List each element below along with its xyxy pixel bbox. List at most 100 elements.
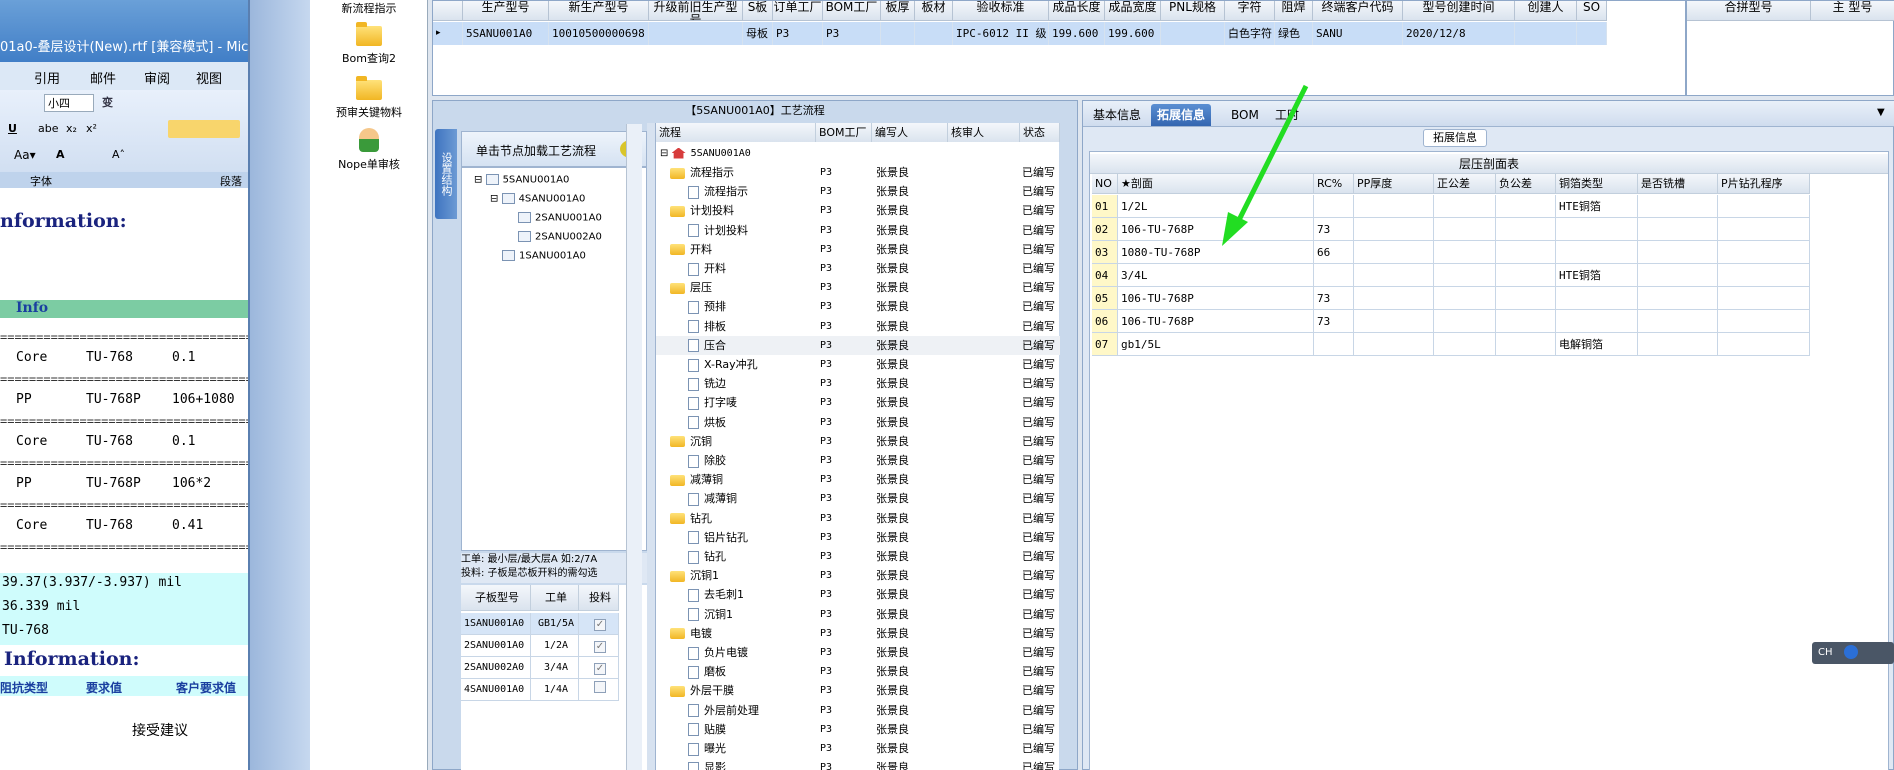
- sub-wo[interactable]: 1/4A: [531, 679, 579, 701]
- layer-cell[interactable]: [1434, 218, 1496, 241]
- layer-cell[interactable]: [1718, 287, 1810, 310]
- col-header[interactable]: 新生产型号: [549, 1, 649, 21]
- layer-col-header[interactable]: P片钻孔程序: [1718, 174, 1810, 194]
- grid-cell[interactable]: SANU: [1313, 22, 1403, 45]
- flow-row[interactable]: 减薄铜 P3 张景良 已编写: [656, 489, 1060, 508]
- grid-cell[interactable]: 白色字符: [1225, 22, 1275, 45]
- sub-model[interactable]: 4SANU001A0: [461, 679, 531, 701]
- flow-row[interactable]: 电镀 P3 张景良 已编写: [656, 624, 1060, 643]
- layer-cell[interactable]: [1638, 287, 1718, 310]
- sub-model[interactable]: 2SANU002A0: [461, 657, 531, 679]
- layer-cell[interactable]: 04: [1092, 264, 1118, 287]
- col-header[interactable]: 阻焊: [1275, 1, 1313, 21]
- flow-col-header[interactable]: 核审人: [948, 123, 1020, 142]
- flow-row[interactable]: 曝光 P3 张景良 已编写: [656, 739, 1060, 758]
- grow-font-icon[interactable]: A˄: [112, 148, 125, 161]
- layer-cell[interactable]: [1314, 195, 1354, 218]
- flow-scrollbar[interactable]: [626, 124, 642, 770]
- layer-cell[interactable]: 106-TU-768P: [1118, 310, 1314, 333]
- grid-cell[interactable]: [1161, 22, 1225, 45]
- flow-row[interactable]: 层压 P3 张景良 已编写: [656, 278, 1060, 297]
- sub-wo[interactable]: 1/2A: [531, 635, 579, 657]
- word-tab-ref[interactable]: 引用: [34, 68, 60, 87]
- font-case-icon[interactable]: Aa▾: [14, 148, 36, 162]
- checkbox[interactable]: [594, 681, 606, 693]
- nav-nope-review[interactable]: Nope单审核: [310, 128, 428, 172]
- grid-cell[interactable]: 2020/12/8: [1403, 22, 1515, 45]
- layer-cell[interactable]: gb1/5L: [1118, 333, 1314, 356]
- layer-cell[interactable]: 05: [1092, 287, 1118, 310]
- layer-cell[interactable]: [1496, 195, 1556, 218]
- col-header[interactable]: 升级前旧生产型号: [649, 1, 743, 21]
- grid-cell[interactable]: [915, 22, 953, 45]
- layer-cell[interactable]: [1314, 333, 1354, 356]
- font-size-select[interactable]: 小四: [44, 94, 94, 112]
- layer-cell[interactable]: 73: [1314, 310, 1354, 333]
- layer-cell[interactable]: 106-TU-768P: [1118, 287, 1314, 310]
- layer-cell[interactable]: 73: [1314, 287, 1354, 310]
- flow-row[interactable]: 除胶 P3 张景良 已编写: [656, 451, 1060, 470]
- format-icon[interactable]: 变: [102, 94, 113, 110]
- col-header[interactable]: 终端客户代码: [1313, 1, 1403, 21]
- col-header[interactable]: 生产型号: [463, 1, 549, 21]
- layer-cell[interactable]: [1718, 333, 1810, 356]
- layer-cell[interactable]: [1556, 241, 1638, 264]
- ime-toolbar[interactable]: CH: [1812, 642, 1894, 664]
- layer-cell[interactable]: [1434, 241, 1496, 264]
- layer-cell[interactable]: 07: [1092, 333, 1118, 356]
- layer-cell[interactable]: [1496, 241, 1556, 264]
- col-header[interactable]: 板材: [915, 1, 953, 21]
- flow-row[interactable]: 沉铜1 P3 张景良 已编写: [656, 566, 1060, 585]
- nav-new-flow[interactable]: 新流程指示: [310, 0, 428, 16]
- layer-cell[interactable]: [1718, 195, 1810, 218]
- grid-cell[interactable]: 199.600: [1049, 22, 1105, 45]
- layer-cell[interactable]: [1556, 310, 1638, 333]
- grid-cell[interactable]: 5SANU001A0: [463, 22, 549, 45]
- feed-checkbox[interactable]: [579, 679, 619, 701]
- layer-cell[interactable]: 03: [1092, 241, 1118, 264]
- layer-cell[interactable]: [1354, 218, 1434, 241]
- char-shading-icon[interactable]: A: [56, 148, 65, 161]
- layer-cell[interactable]: [1354, 264, 1434, 287]
- flow-col-header[interactable]: 状态: [1020, 123, 1060, 142]
- grid-cell[interactable]: 10010500000698: [549, 22, 649, 45]
- layer-cell[interactable]: [1718, 241, 1810, 264]
- layer-cell[interactable]: [1638, 195, 1718, 218]
- layer-col-header[interactable]: RC%: [1314, 174, 1354, 194]
- layer-cell[interactable]: [1496, 310, 1556, 333]
- subscript-icon[interactable]: x₂: [66, 122, 77, 135]
- feed-checkbox[interactable]: ✓: [579, 635, 619, 657]
- layer-col-header[interactable]: 负公差: [1496, 174, 1556, 194]
- layer-cell[interactable]: [1496, 287, 1556, 310]
- sub-wo[interactable]: GB1/5A: [531, 613, 579, 635]
- flow-row[interactable]: 去毛刺1 P3 张景良 已编写: [656, 585, 1060, 604]
- layer-cell[interactable]: 06: [1092, 310, 1118, 333]
- grid-cell[interactable]: P3: [823, 22, 881, 45]
- layer-cell[interactable]: [1638, 264, 1718, 287]
- tree-node[interactable]: ⊟ 4SANU001A0: [490, 193, 585, 205]
- col-header[interactable]: SO: [1577, 1, 1607, 21]
- grid-cell[interactable]: 母板: [743, 22, 773, 45]
- grid-cell[interactable]: [1577, 22, 1607, 45]
- sub-model[interactable]: 2SANU001A0: [461, 635, 531, 657]
- layer-cell[interactable]: 电解铜箔: [1556, 333, 1638, 356]
- flow-col-header[interactable]: 编写人: [872, 123, 948, 142]
- col-header[interactable]: 创建人: [1515, 1, 1577, 21]
- col-header[interactable]: PNL规格: [1161, 1, 1225, 21]
- layer-cell[interactable]: [1354, 287, 1434, 310]
- flow-row[interactable]: 流程指示 P3 张景良 已编写: [656, 182, 1060, 201]
- align-buttons[interactable]: [168, 120, 240, 138]
- flow-row[interactable]: 贴膜 P3 张景良 已编写: [656, 720, 1060, 739]
- grid-cell[interactable]: [881, 22, 915, 45]
- layer-cell[interactable]: [1434, 264, 1496, 287]
- word-tab-mail[interactable]: 邮件: [90, 68, 116, 87]
- layer-cell[interactable]: 01: [1092, 195, 1118, 218]
- layer-cell[interactable]: [1354, 310, 1434, 333]
- tab-basic-info[interactable]: 基本信息: [1087, 104, 1147, 126]
- layer-cell[interactable]: [1354, 241, 1434, 264]
- grid-cell[interactable]: 绿色: [1275, 22, 1313, 45]
- col-header[interactable]: S板: [743, 1, 773, 21]
- flow-col-header[interactable]: 流程: [656, 123, 816, 142]
- layer-col-header[interactable]: 正公差: [1434, 174, 1496, 194]
- col-header[interactable]: 板厚: [881, 1, 915, 21]
